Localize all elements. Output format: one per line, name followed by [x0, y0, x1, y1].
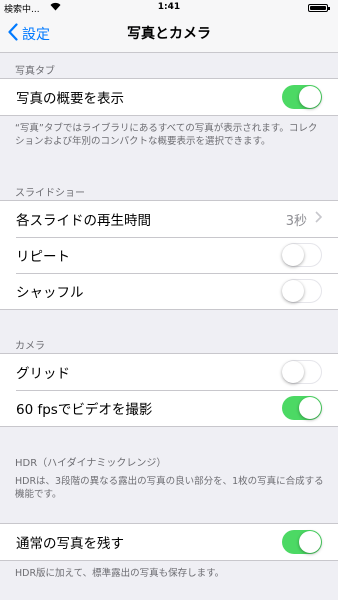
photos-summary-toggle[interactable] — [282, 85, 322, 109]
section-header-camera: カメラ — [15, 341, 45, 352]
repeat-toggle[interactable] — [282, 243, 322, 267]
toggle-knob — [299, 86, 321, 108]
row-slide-duration[interactable]: 各スライドの再生時間 3秒 — [0, 201, 338, 237]
row-shuffle: シャッフル — [0, 273, 338, 309]
keep-normal-photo-label: 通常の写真を残す — [16, 536, 124, 552]
row-repeat: リピート — [0, 237, 338, 273]
chevron-right-icon — [315, 211, 323, 227]
hdr-footer: HDR版に加えて、標準露出の写真も保存します。 — [15, 568, 225, 579]
group-slideshow: 各スライドの再生時間 3秒 リピート シャッフル — [0, 200, 338, 310]
grid-toggle[interactable] — [282, 360, 322, 384]
row-photos-summary: 写真の概要を表示 — [0, 79, 338, 115]
group-photos-tab: 写真の概要を表示 — [0, 78, 338, 116]
toggle-knob — [282, 360, 304, 383]
photos-summary-label: 写真の概要を表示 — [16, 91, 124, 107]
section-header-photos-tab: 写真タブ — [15, 66, 55, 77]
60fps-label: 60 fpsでビデオを撮影 — [16, 402, 153, 418]
hdr-description: HDRは、3段階の異なる露出の写真の良い部分を、1枚の写真に合成する機能です。 — [15, 476, 324, 500]
toggle-knob — [299, 397, 321, 419]
slide-duration-label: 各スライドの再生時間 — [16, 213, 151, 229]
toggle-knob — [299, 531, 321, 553]
row-60fps: 60 fpsでビデオを撮影 — [0, 390, 338, 426]
toggle-knob — [282, 279, 304, 302]
60fps-toggle[interactable] — [282, 396, 322, 420]
battery-icon — [308, 4, 330, 12]
repeat-label: リピート — [16, 249, 70, 265]
photos-tab-footer: “写真”タブではライブラリにあるすべての写真が表示されます。コレクションおよび年… — [15, 123, 318, 147]
group-camera: グリッド 60 fpsでビデオを撮影 — [0, 353, 338, 427]
status-time: 1:41 — [157, 2, 181, 12]
toggle-knob — [282, 243, 304, 266]
page-title: 写真とカメラ — [127, 26, 211, 42]
grid-label: グリッド — [16, 366, 70, 382]
shuffle-toggle[interactable] — [282, 279, 322, 303]
section-header-slideshow: スライドショー — [15, 188, 85, 199]
group-hdr: 通常の写真を残す — [0, 523, 338, 561]
row-grid: グリッド — [0, 354, 338, 390]
navigation-bar: 設定 写真とカメラ — [0, 16, 338, 53]
status-bar: 検索中... 1:41 — [0, 0, 338, 16]
row-keep-normal-photo: 通常の写真を残す — [0, 524, 338, 560]
shuffle-label: シャッフル — [16, 285, 84, 301]
keep-normal-photo-toggle[interactable] — [282, 530, 322, 554]
section-header-hdr: HDR（ハイダイナミックレンジ） — [15, 458, 167, 469]
slide-duration-value: 3秒 — [285, 213, 307, 229]
